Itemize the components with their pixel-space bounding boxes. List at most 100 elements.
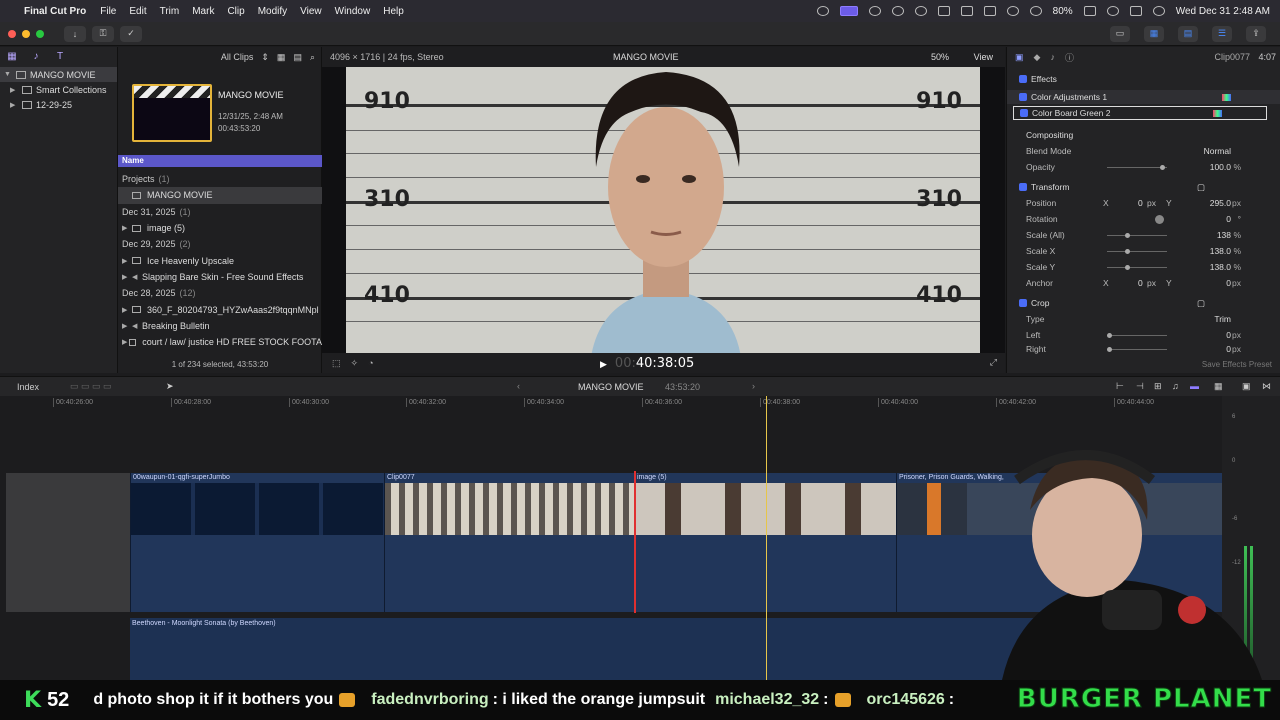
gap-clip[interactable] (6, 473, 130, 612)
index-button[interactable]: Index (17, 382, 39, 392)
close-window-button[interactable] (8, 29, 16, 38)
app-name-menu[interactable]: Final Cut Pro (24, 6, 86, 17)
show-browser-icon[interactable]: ▦ (1144, 25, 1164, 42)
menu-edit[interactable]: Edit (129, 6, 146, 17)
timecode-display[interactable]: ▶ 00:40:38:05 (600, 356, 694, 371)
slider-knob[interactable] (1125, 248, 1130, 254)
slider-knob[interactable] (1125, 232, 1130, 238)
play-icon[interactable]: ▶ (600, 360, 607, 370)
position-x-value[interactable]: 0 (1138, 198, 1143, 208)
rotation-dial-icon[interactable] (1155, 214, 1164, 224)
view-dropdown[interactable]: View (974, 52, 993, 62)
disclosure-triangle-icon[interactable]: ▼ (4, 71, 12, 78)
crop-right-value[interactable]: 0 (1226, 344, 1231, 354)
menu-help[interactable]: Help (383, 6, 404, 17)
color-swatch-icon[interactable] (1213, 109, 1222, 117)
save-effects-preset-button[interactable]: Save Effects Preset (1202, 360, 1272, 369)
disclosure-triangle-icon[interactable]: ▶ (10, 101, 18, 109)
menu-mark[interactable]: Mark (192, 6, 214, 17)
transform-section-header[interactable]: Transform ▢ (1007, 180, 1280, 194)
slider-knob[interactable] (1107, 346, 1112, 352)
list-group-header[interactable]: Projects (1) (118, 171, 322, 187)
checkbox[interactable] (1020, 109, 1028, 117)
position-y-value[interactable]: 295.0 (1210, 198, 1231, 208)
menu-file[interactable]: File (100, 6, 116, 17)
checkbox[interactable] (1019, 93, 1027, 101)
share-icon[interactable]: ⇪ (1246, 25, 1266, 42)
audio-inspector-icon[interactable]: ♪ (1050, 52, 1055, 62)
play-icon[interactable] (914, 6, 927, 16)
workspace-icon[interactable]: ▭ (1110, 25, 1130, 42)
filter-chevron-icon[interactable]: ⇕ (261, 52, 269, 63)
zoom-window-button[interactable] (36, 29, 44, 38)
back-icon[interactable]: ‹ (517, 381, 520, 391)
disclosure-triangle-icon[interactable]: ▶ (122, 322, 132, 330)
obs-icon[interactable] (891, 6, 904, 16)
skimming-icon[interactable]: ⊣ (1136, 381, 1144, 392)
scale-y-value[interactable]: 138.0 (1210, 262, 1231, 272)
keyword-icon[interactable]: ⚿ (92, 25, 114, 42)
clip-appearance-icon[interactable]: ▦ (277, 52, 286, 63)
list-group-header[interactable]: Dec 29, 2025 (2) (118, 236, 322, 252)
rotation-value[interactable]: 0 (1226, 214, 1231, 224)
effect-color-adjustments[interactable]: Color Adjustments 1 (1007, 90, 1280, 104)
fullscreen-icon[interactable]: ⤢ (990, 357, 997, 368)
creative-cloud-icon[interactable] (816, 6, 829, 16)
timeline-project-name[interactable]: MANGO MOVIE (578, 382, 644, 392)
screen-record-icon[interactable] (839, 6, 858, 16)
clip-filter-dropdown[interactable]: All Clips (221, 52, 254, 62)
scale-x-value[interactable]: 138.0 (1210, 246, 1231, 256)
anchor-x-value[interactable]: 0 (1138, 278, 1143, 288)
list-item[interactable]: MANGO MOVIE (118, 187, 322, 204)
show-timeline-icon[interactable]: ▤ (1178, 25, 1198, 42)
crop-type-select[interactable]: Trim (1214, 314, 1231, 324)
project-thumbnail[interactable] (132, 84, 212, 142)
menubar-clock[interactable]: Wed Dec 31 2:48 AM (1176, 6, 1270, 17)
library-mango-movie[interactable]: ▼ MANGO MOVIE (0, 67, 117, 82)
slider-knob[interactable] (1125, 264, 1130, 270)
playhead[interactable] (766, 396, 767, 680)
select-tool-icon[interactable]: ➤ (166, 381, 174, 392)
video-inspector-icon[interactable]: ▣ (1015, 52, 1024, 63)
show-inspector-icon[interactable]: ☰ (1212, 25, 1232, 42)
disclosure-triangle-icon[interactable]: ▶ (10, 86, 18, 94)
background-tasks-icon[interactable]: ✓ (120, 25, 142, 42)
minimize-window-button[interactable] (22, 29, 30, 38)
menu-clip[interactable]: Clip (227, 6, 244, 17)
forward-icon[interactable]: › (752, 381, 755, 391)
crop-right-slider[interactable] (1107, 346, 1167, 352)
sidebar-item-smart-collections[interactable]: ▶ Smart Collections (0, 82, 117, 97)
crop-section-header[interactable]: Crop ▢ (1007, 296, 1280, 310)
spotlight-search-icon[interactable] (1106, 6, 1119, 16)
transform-overlay-icon[interactable]: ▢ (1197, 182, 1205, 193)
snapping-icon[interactable]: ⊞ (1154, 381, 1162, 392)
info-inspector-icon[interactable]: ⓘ (1065, 51, 1074, 64)
disclosure-triangle-icon[interactable]: ▶ (122, 224, 132, 232)
titles-generators-tab-icon[interactable]: T (54, 52, 66, 62)
opacity-slider[interactable] (1107, 164, 1167, 170)
scale-all-slider[interactable] (1107, 232, 1167, 238)
list-item[interactable]: ▶ image (5) (118, 220, 322, 236)
checkbox[interactable] (1019, 75, 1027, 83)
libraries-tab-icon[interactable]: ▦ (6, 52, 18, 62)
zoom-tool-icon[interactable]: ⊢ (1116, 381, 1124, 392)
display-icon[interactable] (960, 6, 973, 16)
photos-audio-tab-icon[interactable]: ♪ (30, 52, 42, 62)
timeline-ruler[interactable]: 00:40:26:00 00:40:28:00 00:40:30:00 00:4… (0, 396, 1222, 410)
battery-icon[interactable] (1083, 6, 1096, 16)
effect-color-board[interactable]: Color Board Green 2 (1013, 106, 1267, 120)
speed-icon[interactable]: ◔ (368, 358, 373, 368)
disclosure-triangle-icon[interactable]: ▶ (122, 306, 132, 314)
transitions-browser-icon[interactable]: ⋈ (1262, 381, 1271, 392)
scale-all-value[interactable]: 138 (1217, 230, 1231, 240)
scale-y-slider[interactable] (1107, 264, 1167, 270)
list-item[interactable]: ▶ 360_F_80204793_HYZwAaas2f9tqqnMNpl (118, 301, 322, 317)
video-frame[interactable]: 910 910 310 310 410 410 (346, 67, 980, 354)
transform-tool-icon[interactable]: ⬚ (332, 358, 341, 369)
slider-knob[interactable] (1107, 332, 1112, 338)
list-group-header[interactable]: Dec 31, 2025 (1) (118, 204, 322, 220)
opacity-value[interactable]: 100.0 (1210, 162, 1231, 172)
anchor-y-value[interactable]: 0 (1226, 278, 1231, 288)
solo-icon[interactable]: ▬ (1190, 381, 1199, 391)
edit-buttons-icon[interactable]: ▭ ▭ ▭ ▭ (70, 381, 112, 392)
